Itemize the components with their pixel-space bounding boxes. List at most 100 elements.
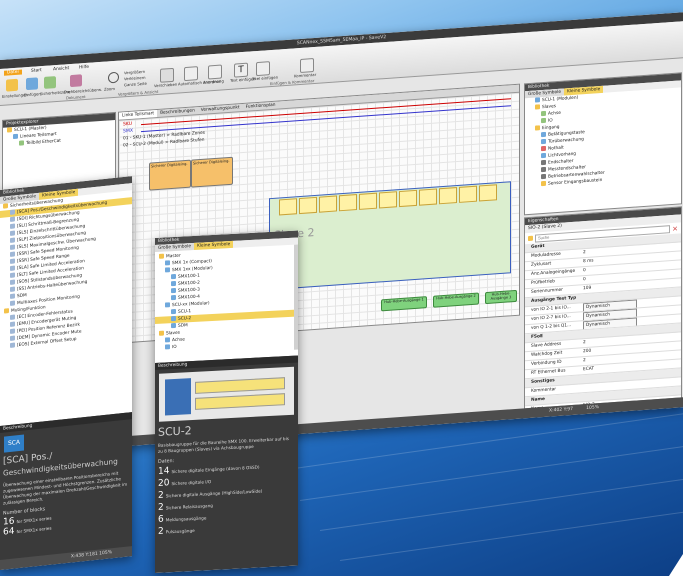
safety-zone-button[interactable]	[44, 76, 56, 89]
module-a-label: Sicherer Digitaleing.	[151, 161, 188, 169]
settings-button[interactable]	[6, 78, 18, 92]
tree-node-icon	[165, 344, 170, 350]
tree-node-icon	[541, 166, 546, 173]
io-block[interactable]	[379, 191, 397, 209]
output-block-1[interactable]: Hub-Hebe-Ausgänge 1	[381, 296, 427, 312]
zoom-icon[interactable]	[108, 71, 119, 84]
sort-icon[interactable]	[528, 235, 533, 242]
data-count: 20	[158, 478, 170, 489]
arrange-label: Anordnung	[203, 78, 224, 85]
data-description: Sichere digitale I/O	[171, 479, 212, 487]
canvas-tab-3[interactable]: Verwaltungspunkt	[198, 104, 243, 114]
io-block[interactable]	[339, 194, 357, 212]
tree-node-icon	[10, 223, 15, 229]
property-value[interactable]: 0	[583, 268, 586, 273]
bus-label-smx: SMX	[123, 128, 134, 135]
data-count: 2	[158, 526, 164, 537]
center-description-panel: Beschreibung SCU-2 Basisbaugruppe für di…	[155, 355, 298, 573]
tree-item-label: IO	[172, 344, 177, 351]
bus-label-sku: SKU	[123, 121, 133, 128]
text-insert-icon[interactable]: T	[234, 62, 248, 78]
tree-node-icon	[10, 293, 15, 299]
library-panel: Bibliothek Große Symbole Kleine Symbole S…	[524, 72, 682, 216]
tree-node-icon	[171, 322, 176, 329]
tree-node-icon	[10, 328, 15, 334]
property-value[interactable]: 2	[583, 358, 586, 363]
arrange-icon[interactable]	[208, 64, 222, 80]
tree-node-icon	[159, 330, 164, 336]
center-scrollbar[interactable]	[294, 244, 298, 350]
device-preview-module	[195, 377, 285, 394]
tree-node-icon	[10, 251, 15, 257]
tree-node-icon	[165, 260, 170, 266]
tree-item-label: SCU-1	[178, 309, 192, 315]
tree-node-icon	[10, 314, 15, 320]
tree-node-icon	[165, 267, 170, 273]
rotation-button[interactable]	[70, 74, 82, 88]
status-zoom: 105%	[586, 405, 599, 412]
tree-node-icon	[171, 280, 176, 287]
canvas-tab-1[interactable]: Linke Teilsmart	[119, 110, 158, 120]
property-value[interactable]: 0	[583, 277, 586, 282]
io-block[interactable]	[359, 192, 377, 210]
tree-item-label: Türüberwachung	[548, 137, 584, 145]
io-block[interactable]	[459, 185, 477, 203]
tree-node-icon	[541, 131, 546, 138]
tree-node-icon	[10, 335, 15, 341]
module-b[interactable]: Sicherer Digitaleing.	[191, 156, 233, 188]
left-status: X:438 Y:181 105%	[0, 546, 132, 570]
output-block-3[interactable]: Hub-Hebe-Ausgänge 3	[485, 289, 517, 305]
io-block[interactable]	[299, 196, 317, 215]
output-block-2[interactable]: Hub-Hebe-Ausgänge 2	[433, 292, 479, 308]
tree-item-label: SCU-xx (Modular)	[172, 301, 210, 309]
module-a[interactable]: Sicherer Digitaleing.	[149, 159, 191, 191]
module-b-label: Sicherer Digitaleing.	[193, 158, 230, 166]
block-series: for SMX1x series	[16, 525, 52, 535]
tree-item-label: Teilbild EtherCat	[26, 138, 61, 147]
data-description: Sichere Relaisausgang	[165, 502, 213, 511]
full-page-label[interactable]: Ganze Seite	[124, 81, 147, 88]
insert-button[interactable]	[26, 77, 38, 91]
tree-node-icon	[541, 117, 546, 124]
tree-node-icon	[10, 216, 15, 222]
tree-node-icon	[10, 279, 15, 285]
module-icon	[19, 140, 24, 146]
ribbon-tab-start[interactable]: Start	[28, 68, 45, 74]
pan-hand-icon[interactable]	[160, 67, 174, 83]
view-group-label: Vergrößern & Ansicht	[118, 88, 159, 97]
property-value[interactable]: 109	[583, 286, 591, 292]
tree-node-icon	[541, 138, 546, 145]
data-count: 2	[158, 490, 164, 501]
comment-icon[interactable]	[300, 58, 314, 74]
io-block[interactable]	[479, 184, 497, 202]
corner-logo	[669, 554, 683, 576]
canvas-tab-4[interactable]: Funktionsplan	[243, 102, 279, 112]
property-value[interactable]: ECAT	[583, 366, 594, 372]
network-icon	[13, 133, 18, 140]
device-tree: Master SMX 1x (Compact) SMX 1xx (Modular) S…	[155, 245, 298, 352]
io-block[interactable]	[319, 195, 337, 213]
io-block[interactable]	[419, 188, 437, 206]
output-block-label: Hub-Hebe-Ausgänge 3	[490, 291, 512, 301]
clear-icon[interactable]: ×	[672, 224, 678, 232]
title-insert-icon[interactable]	[256, 61, 270, 77]
tree-node-icon	[10, 258, 15, 264]
status-coords: X:402 Y:97	[548, 406, 573, 414]
tree-node-icon	[165, 337, 170, 343]
ribbon-tab-hilfe[interactable]: Hilfe	[76, 65, 92, 71]
io-block[interactable]	[279, 198, 297, 216]
ribbon-tab-datei[interactable]: Datei	[4, 69, 22, 76]
property-value[interactable]: 2	[583, 250, 586, 255]
property-value[interactable]: 2	[583, 340, 586, 345]
data-list: 14 Sichere digitale Eingänge (davon 8 OSS…	[155, 460, 298, 539]
property-value[interactable]: 8 ms	[583, 258, 594, 264]
tree-node-icon	[159, 253, 164, 259]
auto-arrange-icon[interactable]	[184, 66, 198, 82]
property-value[interactable]: 200	[583, 349, 591, 355]
tree-node-icon	[541, 173, 546, 180]
io-block[interactable]	[399, 189, 417, 208]
io-block[interactable]	[439, 187, 457, 205]
ribbon-tab-ansicht[interactable]: Ansicht	[50, 66, 72, 73]
canvas-tab-2[interactable]: Beschreibungen	[157, 107, 198, 117]
data-count: 14	[158, 466, 170, 477]
